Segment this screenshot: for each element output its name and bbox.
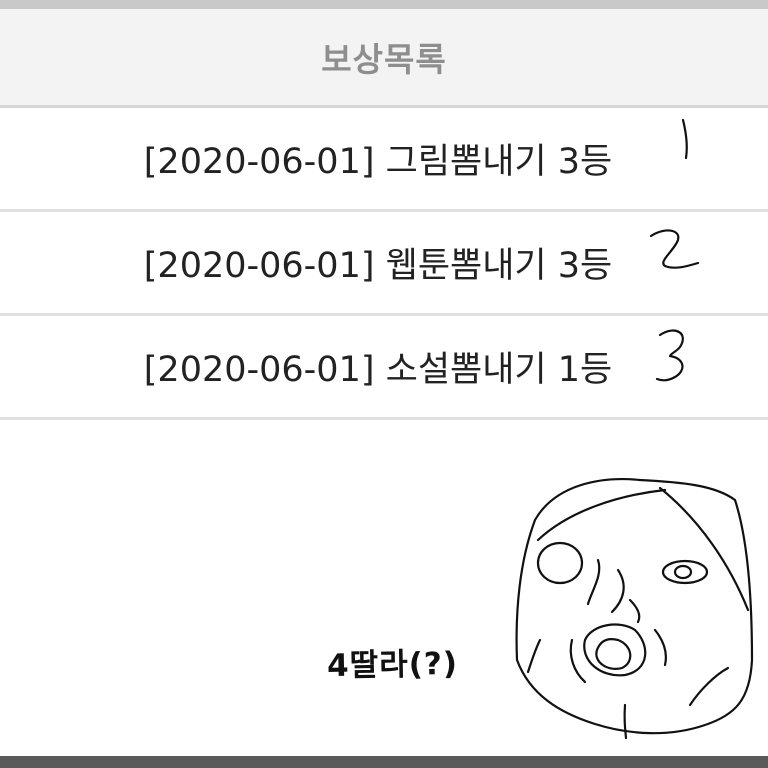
reward-row-1[interactable]: [2020-06-01] 그림뽐내기 3등	[0, 108, 768, 212]
doodle-caption: 4딸라(?)	[326, 645, 459, 685]
reward-label: [2020-06-01] 그림뽐내기 3등	[143, 142, 613, 182]
reward-row-3[interactable]: [2020-06-01] 소설뽐내기 1등	[0, 316, 768, 420]
reward-label: [2020-06-01] 웹툰뽐내기 3등	[143, 246, 613, 286]
reward-row-2[interactable]: [2020-06-01] 웹툰뽐내기 3등	[0, 212, 768, 316]
bottom-navigation-bar	[0, 756, 768, 768]
status-bar-strip	[0, 0, 768, 9]
reward-label: [2020-06-01] 소설뽐내기 1등	[143, 350, 613, 390]
reward-list: [2020-06-01] 그림뽐내기 3등 [2020-06-01] 웹툰뽐내기…	[0, 108, 768, 420]
page-title: 보상목록	[321, 40, 447, 79]
face-doodle	[515, 478, 754, 740]
header-bar: 보상목록	[0, 9, 768, 108]
reward-list-screen: 보상목록 [2020-06-01] 그림뽐내기 3등 [2020-06-01] …	[0, 0, 768, 768]
